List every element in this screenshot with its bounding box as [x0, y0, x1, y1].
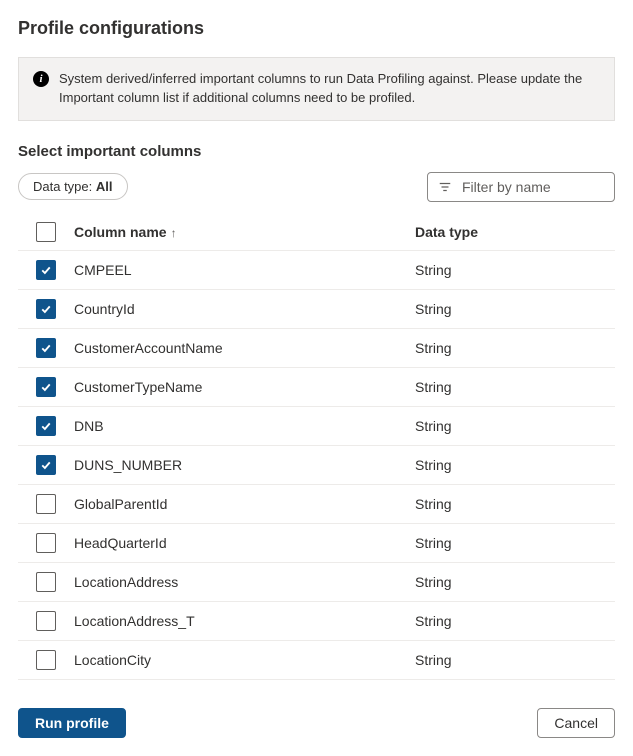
table-row: CountryIdString — [18, 290, 615, 329]
column-name-cell: CountryId — [74, 301, 415, 317]
table-row: HeadQuarterIdString — [18, 524, 615, 563]
column-name-cell: DNB — [74, 418, 415, 434]
data-type-header[interactable]: Data type — [415, 224, 615, 240]
data-type-cell: String — [415, 613, 615, 629]
column-name-cell: LocationAddress_T — [74, 613, 415, 629]
row-checkbox[interactable] — [36, 416, 56, 436]
info-icon: i — [33, 71, 49, 87]
filter-by-name-wrap[interactable] — [427, 172, 615, 202]
page-title: Profile configurations — [18, 18, 615, 39]
row-checkbox[interactable] — [36, 455, 56, 475]
data-type-cell: String — [415, 262, 615, 278]
data-type-cell: String — [415, 574, 615, 590]
row-checkbox[interactable] — [36, 533, 56, 553]
table-row: DUNS_NUMBERString — [18, 446, 615, 485]
column-name-cell: HeadQuarterId — [74, 535, 415, 551]
run-profile-button[interactable]: Run profile — [18, 708, 126, 738]
column-name-cell: CMPEEL — [74, 262, 415, 278]
select-all-checkbox[interactable] — [36, 222, 56, 242]
footer: Run profile Cancel — [18, 708, 615, 738]
column-name-cell: LocationCity — [74, 652, 415, 668]
data-type-cell: String — [415, 340, 615, 356]
row-checkbox[interactable] — [36, 572, 56, 592]
data-type-cell: String — [415, 379, 615, 395]
row-checkbox[interactable] — [36, 299, 56, 319]
section-title: Select important columns — [18, 143, 615, 160]
table-header: Column name↑ Data type — [18, 214, 615, 251]
data-type-cell: String — [415, 457, 615, 473]
pill-prefix: Data type: — [33, 179, 96, 194]
filter-icon — [438, 180, 452, 194]
table-row: DNBString — [18, 407, 615, 446]
row-checkbox[interactable] — [36, 377, 56, 397]
column-name-cell: GlobalParentId — [74, 496, 415, 512]
info-text: System derived/inferred important column… — [59, 70, 600, 108]
filter-row: Data type: All — [18, 172, 615, 202]
filter-by-name-input[interactable] — [460, 178, 604, 196]
data-type-filter-pill[interactable]: Data type: All — [18, 173, 128, 200]
row-checkbox[interactable] — [36, 650, 56, 670]
column-name-cell: LocationAddress — [74, 574, 415, 590]
table-row: LocationCityString — [18, 641, 615, 680]
column-name-cell: CustomerTypeName — [74, 379, 415, 395]
column-name-cell: CustomerAccountName — [74, 340, 415, 356]
data-type-cell: String — [415, 496, 615, 512]
table-row: CustomerTypeNameString — [18, 368, 615, 407]
data-type-cell: String — [415, 535, 615, 551]
table-row: LocationAddress_TString — [18, 602, 615, 641]
pill-value: All — [96, 179, 113, 194]
row-checkbox[interactable] — [36, 338, 56, 358]
columns-table: Column name↑ Data type CMPEELStringCount… — [18, 214, 615, 680]
row-checkbox[interactable] — [36, 260, 56, 280]
column-name-header[interactable]: Column name↑ — [74, 224, 415, 240]
row-checkbox[interactable] — [36, 494, 56, 514]
column-name-cell: DUNS_NUMBER — [74, 457, 415, 473]
table-row: CMPEELString — [18, 251, 615, 290]
sort-asc-icon: ↑ — [171, 226, 177, 240]
info-box: i System derived/inferred important colu… — [18, 57, 615, 121]
table-row: CustomerAccountNameString — [18, 329, 615, 368]
data-type-cell: String — [415, 418, 615, 434]
data-type-cell: String — [415, 652, 615, 668]
data-type-cell: String — [415, 301, 615, 317]
table-row: LocationAddressString — [18, 563, 615, 602]
row-checkbox[interactable] — [36, 611, 56, 631]
cancel-button[interactable]: Cancel — [537, 708, 615, 738]
table-row: GlobalParentIdString — [18, 485, 615, 524]
